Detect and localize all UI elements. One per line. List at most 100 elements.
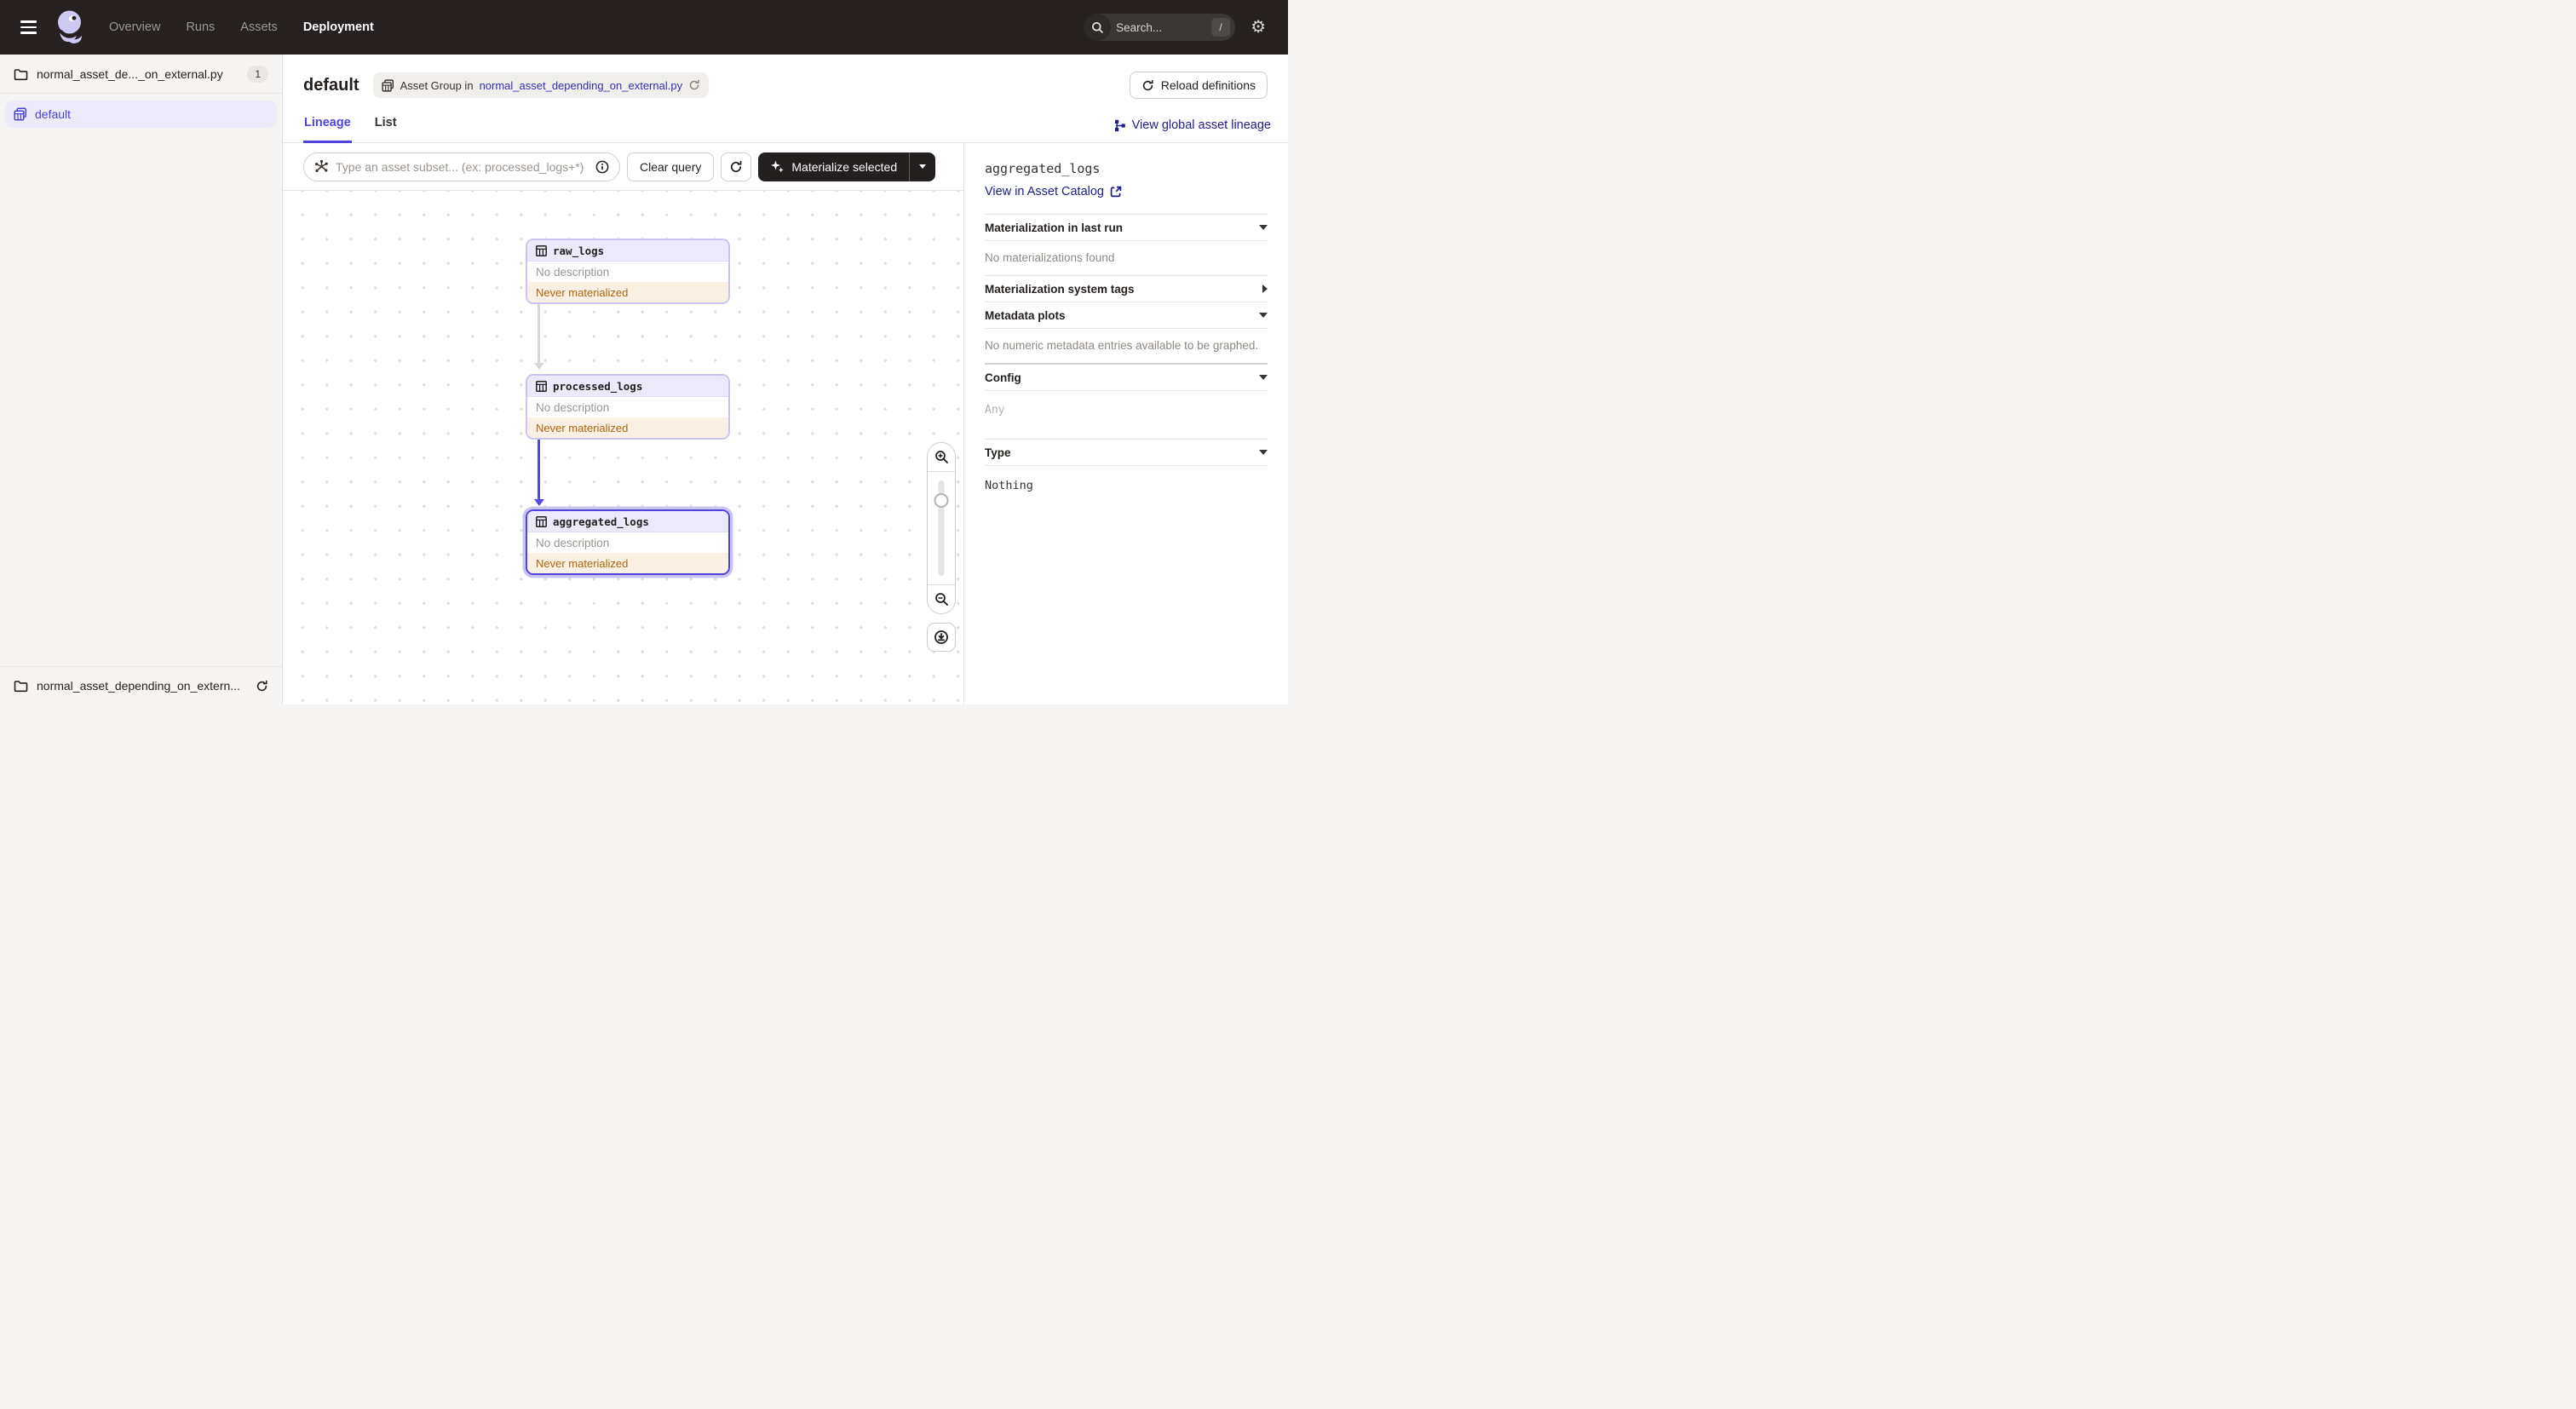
asset-description: No description [536,536,610,549]
folder-icon [14,680,28,693]
zoom-slider[interactable] [928,472,955,584]
asset-node-processed-logs[interactable]: processed_logs No description Never mate… [526,374,730,440]
view-global-asset-lineage-link[interactable]: View global asset lineage [1114,118,1271,142]
sidebar-item-default[interactable]: default [5,101,277,128]
asset-name: aggregated_logs [553,515,649,528]
external-link-icon [1110,186,1122,198]
top-nav: Overview Runs Assets Deployment / ⚙ [0,0,1288,55]
asset-name: processed_logs [553,379,643,393]
tabs-row: Lineage List View global asset lineage [283,109,1288,143]
op-selector-icon [314,159,329,174]
sparkle-icon [770,159,785,174]
asset-group-icon [14,107,27,121]
sidebar: normal_asset_de..._on_external.py 1 defa… [0,55,283,704]
section-metadata-plots[interactable]: Metadata plots [985,302,1268,328]
download-view-button[interactable] [927,623,956,652]
code-location-label: normal_asset_depending_on_extern... [37,679,240,693]
reload-definitions-label: Reload definitions [1160,78,1256,92]
table-icon [536,515,547,527]
search-box[interactable]: / [1084,14,1236,41]
view-global-asset-lineage-label: View global asset lineage [1131,118,1271,132]
primary-nav: Overview Runs Assets Deployment [109,20,374,34]
nav-deployment[interactable]: Deployment [303,20,374,34]
edge-processed-to-aggregated [533,440,544,506]
section-materialization-last-run[interactable]: Materialization in last run [985,215,1268,240]
nav-right-cluster: / ⚙ [1084,14,1266,41]
asset-node-raw-logs[interactable]: raw_logs No description Never materializ… [526,239,730,304]
view-in-asset-catalog-link[interactable]: View in Asset Catalog [985,185,1122,198]
no-materializations-text: No materializations found [985,251,1115,264]
tab-lineage[interactable]: Lineage [303,109,352,143]
zoom-out-button[interactable] [928,584,955,613]
nav-assets[interactable]: Assets [240,20,278,34]
repo-count-badge: 1 [247,66,268,83]
menu-button[interactable] [20,17,41,37]
info-icon[interactable] [595,160,609,174]
type-value: Nothing [985,479,1033,492]
zoom-control [927,442,956,652]
asset-description: No description [536,265,610,279]
section-header-label: Materialization system tags [985,282,1135,296]
reload-location-icon[interactable] [256,680,268,693]
asset-group-icon [381,78,394,92]
breadcrumb-link[interactable]: normal_asset_depending_on_external.py [480,79,683,92]
section-materialization-system-tags[interactable]: Materialization system tags [985,276,1268,302]
selected-asset-title: aggregated_logs [985,161,1101,176]
section-header-label: Type [985,446,1011,459]
no-metadata-text: No numeric metadata entries available to… [985,339,1259,352]
page-header: default Asset Group in normal_asset_depe… [283,55,1288,99]
main-content: default Asset Group in normal_asset_depe… [283,55,1288,704]
lineage-canvas[interactable]: raw_logs No description Never materializ… [283,191,963,704]
zoom-in-button[interactable] [928,443,955,472]
app-root: Overview Runs Assets Deployment / ⚙ norm [0,0,1288,704]
section-config[interactable]: Config [985,365,1268,390]
sidebar-repo-item[interactable]: normal_asset_de..._on_external.py 1 [0,55,282,94]
lineage-graph-icon [1114,119,1126,132]
nav-overview[interactable]: Overview [109,20,160,34]
reload-definitions-button[interactable]: Reload definitions [1129,72,1268,99]
asset-subset-input[interactable] [336,159,589,174]
section-type[interactable]: Type [985,440,1268,465]
asset-description: No description [536,400,610,414]
asset-name: raw_logs [553,244,605,257]
zoom-slider-thumb[interactable] [934,493,949,508]
section-header-label: Config [985,371,1021,384]
folder-icon [14,68,28,81]
asset-status: Never materialized [527,553,728,573]
nav-runs[interactable]: Runs [186,20,215,34]
edge-raw-to-processed [533,304,544,370]
materialize-selected-button[interactable]: Materialize selected [758,152,936,181]
lineage-graph-section: Clear query Materialize selected [283,143,963,704]
breadcrumb-refresh-icon[interactable] [688,79,700,91]
dagster-logo[interactable] [55,9,87,45]
config-value: Any [985,404,1005,417]
tab-list[interactable]: List [374,109,398,143]
materialize-selected-label: Materialize selected [791,159,898,174]
breadcrumb-prefix: Asset Group in [400,78,474,92]
table-icon [536,380,547,392]
table-icon [536,244,547,256]
asset-subset-input-wrap[interactable] [303,152,620,181]
sidebar-code-location[interactable]: normal_asset_depending_on_extern... [0,666,282,704]
search-input[interactable] [1111,20,1212,34]
asset-node-aggregated-logs[interactable]: aggregated_logs No description Never mat… [526,509,730,575]
chevron-down-icon [1259,225,1268,230]
refresh-icon [1141,79,1154,92]
refresh-graph-button[interactable] [721,152,752,181]
materialize-dropdown-caret[interactable] [910,152,935,181]
chevron-down-icon [1259,375,1268,380]
chevron-right-icon [1262,285,1268,293]
repo-label: normal_asset_de..._on_external.py [37,67,223,81]
dagster-logo-icon [58,10,82,43]
page-title: default [303,75,359,95]
chevron-down-icon [1259,313,1268,318]
chevron-down-icon [1259,450,1268,455]
section-header-label: Metadata plots [985,308,1066,322]
section-header-label: Materialization in last run [985,221,1124,234]
asset-group-breadcrumb: Asset Group in normal_asset_depending_on… [372,72,710,98]
settings-gear-icon[interactable]: ⚙ [1251,19,1266,36]
caret-down-icon [919,164,927,169]
view-in-asset-catalog-label: View in Asset Catalog [985,185,1104,198]
asset-status: Never materialized [527,282,728,302]
clear-query-button[interactable]: Clear query [627,152,715,181]
